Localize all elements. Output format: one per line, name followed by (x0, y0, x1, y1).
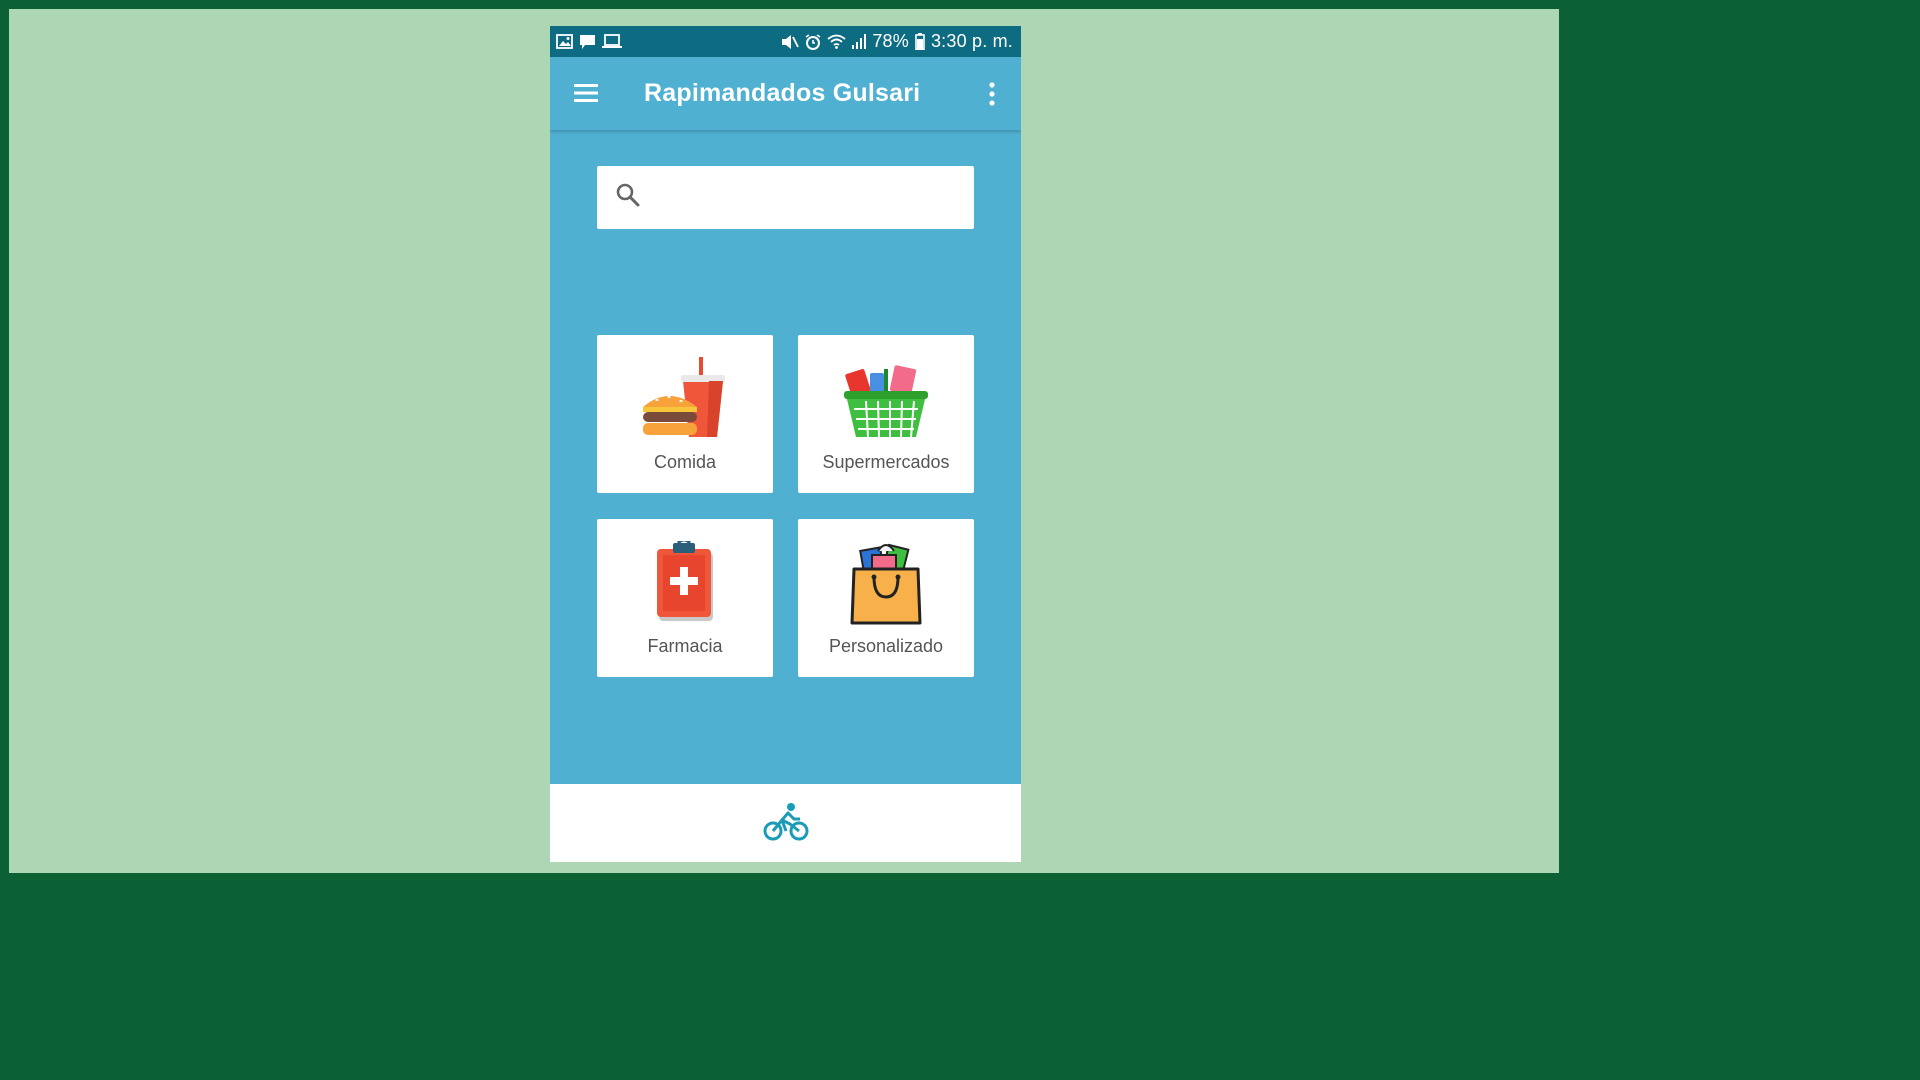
category-label: Farmacia (647, 636, 723, 656)
more-options-icon[interactable] (984, 81, 1000, 107)
search-box (597, 166, 974, 229)
grocery-basket-icon (836, 357, 936, 443)
battery-percentage: 78% (872, 31, 909, 51)
clock: 3:30 p. m. (930, 31, 1013, 51)
category-label: Personalizado (828, 636, 944, 656)
bicycle-icon[interactable] (762, 802, 810, 842)
burger-drink-icon (635, 357, 735, 443)
search-input[interactable] (653, 177, 974, 218)
status-bar: 78% 3:30 p. m. (550, 26, 1021, 57)
bottom-bar (550, 784, 1021, 862)
phone-screen: 78% 3:30 p. m. Rapimandados Gulsari Comi… (550, 26, 1021, 862)
laptop-notification-icon (602, 34, 622, 49)
hamburger-menu-icon[interactable] (572, 81, 600, 105)
status-notifications (556, 34, 622, 50)
battery-icon (915, 33, 925, 50)
mute-icon (781, 34, 800, 50)
category-card-farmacia[interactable]: Farmacia (597, 519, 773, 677)
gallery-notification-icon (556, 34, 573, 49)
category-label: Comida (653, 452, 717, 472)
category-label: Supermercados (822, 452, 950, 472)
app-bar: Rapimandados Gulsari (550, 57, 1021, 130)
shopping-bag-icon (836, 541, 936, 627)
status-system: 78% 3:30 p. m. (781, 31, 1013, 52)
wifi-icon (827, 34, 846, 49)
alarm-icon (805, 33, 821, 50)
message-notification-icon (579, 34, 596, 50)
search-icon (615, 182, 641, 213)
category-card-comida[interactable]: Comida (597, 335, 773, 493)
signal-icon (852, 34, 867, 49)
app-title: Rapimandados Gulsari (644, 79, 921, 107)
pharmacy-clipboard-icon (635, 538, 735, 627)
category-card-personalizado[interactable]: Personalizado (798, 519, 974, 677)
category-card-supermercados[interactable]: Supermercados (798, 335, 974, 493)
